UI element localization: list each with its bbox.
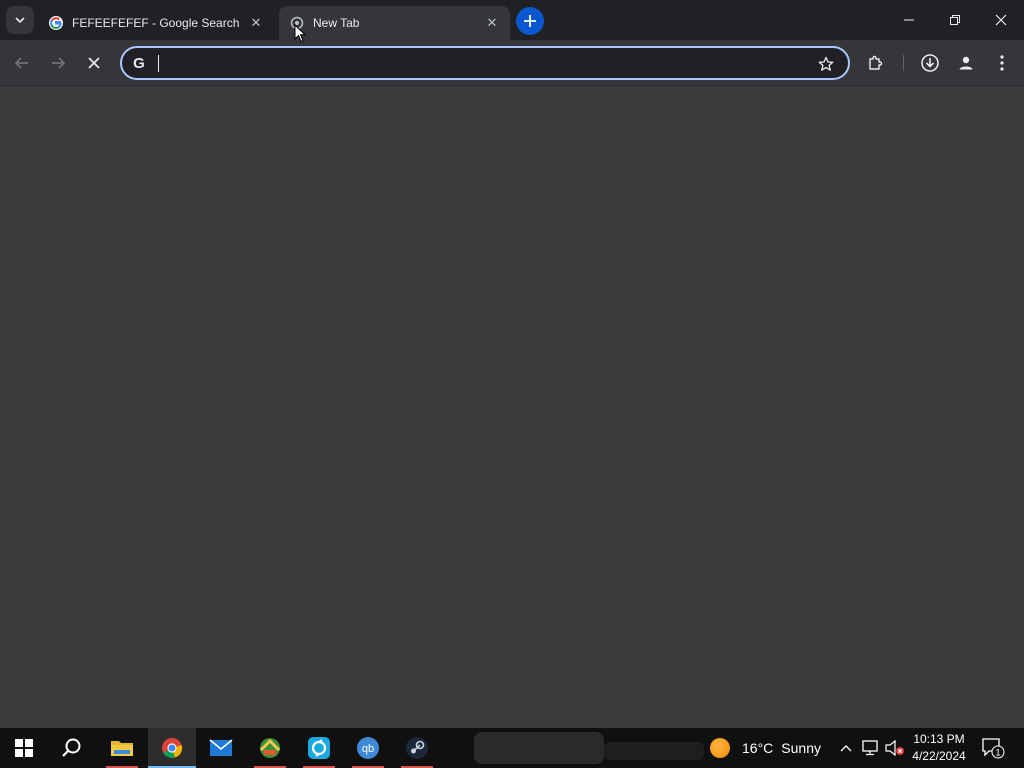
close-icon[interactable]: ✕ (248, 15, 264, 31)
new-tab-button[interactable] (516, 7, 544, 35)
chrome-app[interactable] (148, 728, 196, 768)
tab-google-search[interactable]: FEFEEFEFEF - Google Search ✕ (38, 6, 274, 40)
svg-text:qb: qb (362, 743, 374, 755)
show-hidden-icons-button[interactable] (836, 738, 856, 758)
chevron-up-icon (840, 745, 852, 752)
clock-date: 4/22/2024 (912, 749, 966, 763)
profile-icon (959, 56, 973, 70)
taskbar-search-button[interactable] (48, 728, 96, 768)
page-content (0, 86, 1024, 728)
taskbar-app[interactable] (246, 728, 294, 768)
sun-icon (710, 738, 730, 758)
windows-taskbar: qb 16°C Sunny 10:13 PM 4/22/2024 1 (0, 728, 1024, 768)
close-icon (995, 14, 1007, 26)
search-engine-icon: G (133, 54, 145, 72)
mail-app[interactable] (197, 728, 245, 768)
plus-icon (524, 15, 536, 27)
windows-logo-icon (15, 739, 33, 757)
notification-count: 1 (995, 748, 1000, 758)
volume-button[interactable] (885, 738, 905, 758)
search-icon (62, 738, 81, 757)
tab-new-tab[interactable]: New Tab ✕ (279, 6, 510, 40)
toolbar-divider (903, 55, 904, 71)
close-window-button[interactable] (978, 0, 1024, 40)
browser-toolbar: G (0, 40, 1024, 86)
system-clock[interactable]: 10:13 PM 4/22/2024 (904, 731, 974, 765)
minimize-button[interactable] (886, 0, 932, 40)
qbittorrent-app[interactable]: qb (344, 728, 392, 768)
restore-button[interactable] (932, 0, 978, 40)
tab-strip: FEFEEFEFEF - Google Search ✕ New Tab ✕ (0, 0, 1024, 40)
chrome-icon (162, 738, 183, 758)
weather-temperature: 16°C (742, 740, 774, 756)
taskbar-blurred-region (474, 732, 604, 764)
notification-icon: 1 (982, 738, 1005, 759)
forward-arrow-icon (52, 57, 66, 69)
menu-button[interactable] (986, 47, 1018, 79)
omnibox-input[interactable] (156, 52, 796, 74)
steam-icon (406, 737, 428, 759)
menu-icon (1000, 55, 1004, 71)
weather-condition: Sunny (781, 740, 821, 756)
mouse-cursor-icon (294, 24, 306, 43)
bookmark-star-button[interactable] (814, 52, 838, 76)
downloads-icon (921, 54, 939, 72)
close-icon[interactable]: ✕ (484, 15, 500, 31)
stop-loading-icon (88, 57, 100, 69)
file-explorer-app[interactable] (98, 728, 146, 768)
file-explorer-icon (111, 741, 133, 756)
downloads-button[interactable] (914, 47, 946, 79)
taskbar-app[interactable] (295, 728, 343, 768)
network-button[interactable] (861, 738, 881, 758)
profile-button[interactable] (950, 47, 982, 79)
forward-button[interactable] (42, 47, 74, 79)
stop-loading-button[interactable] (78, 47, 110, 79)
app-icon (308, 737, 330, 759)
volume-muted-icon (885, 740, 904, 756)
address-bar[interactable]: G (120, 46, 850, 80)
google-g-icon (48, 15, 64, 31)
tab-title: New Tab (313, 16, 360, 30)
back-button[interactable] (6, 47, 38, 79)
clock-time: 10:13 PM (913, 732, 965, 746)
back-arrow-icon (14, 57, 28, 69)
minimize-icon (904, 19, 914, 21)
chevron-down-icon (15, 17, 25, 24)
qbittorrent-icon: qb (357, 737, 379, 759)
restore-icon (950, 15, 960, 25)
text-caret (158, 55, 159, 72)
taskbar-blurred-region (604, 742, 704, 760)
mail-icon (209, 739, 233, 756)
action-center-button[interactable]: 1 (980, 736, 1006, 760)
extensions-button[interactable] (860, 47, 892, 79)
tab-title: FEFEEFEFEF - Google Search (72, 16, 240, 30)
weather-widget[interactable]: 16°C Sunny (708, 728, 821, 768)
start-button[interactable] (0, 728, 48, 768)
app-icon (259, 738, 281, 758)
bookmark-star-icon (818, 56, 834, 71)
steam-app[interactable] (393, 728, 441, 768)
tab-search-button[interactable] (6, 6, 34, 34)
extensions-icon (869, 55, 883, 70)
network-icon (862, 740, 878, 756)
